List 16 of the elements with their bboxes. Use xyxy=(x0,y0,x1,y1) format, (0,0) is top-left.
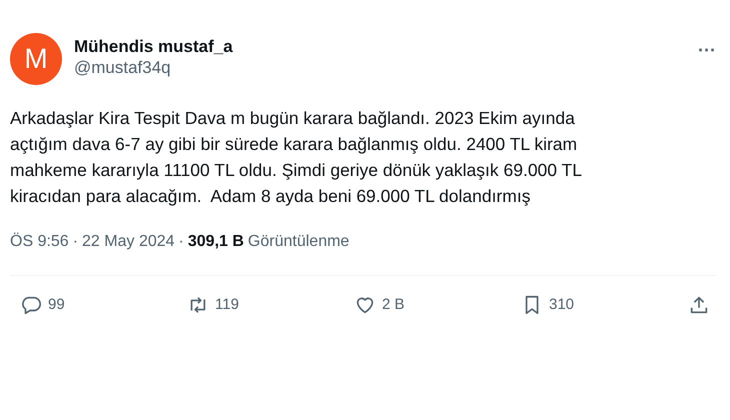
bookmark-button[interactable]: 310 xyxy=(521,294,631,316)
post-date[interactable]: 22 May 2024 xyxy=(82,230,175,254)
author-name[interactable]: Mühendis mustaf_a xyxy=(74,37,690,57)
separator-dot: · xyxy=(72,232,78,252)
more-button[interactable]: ··· xyxy=(698,41,716,59)
speech-bubble-icon xyxy=(20,294,42,316)
separator-dot: · xyxy=(178,232,184,252)
view-count: 309,1 B xyxy=(188,232,244,252)
views-label: Görüntülenme xyxy=(248,232,350,252)
post-time[interactable]: ÖS 9:56 xyxy=(10,230,69,254)
reply-button[interactable]: 99 xyxy=(20,294,130,316)
avatar[interactable]: M xyxy=(10,33,62,85)
like-button[interactable]: 2 B xyxy=(354,294,464,316)
post-text: Arkadaşlar Kira Tespit Dava m bugün karara bağlandı. 2023 Ekim ayında açtığım dava 6-7 ay gibi bir sürede karara bağlanmış oldu. 2400 TL kiram mahkeme kararıyla 11100 TL oldu. Şimdi geriye dönük yaklaşık 69.000 TL kiracıdan para alacağım. Adam 8 ayda beni 69.000 TL dolandırmış xyxy=(10,107,583,208)
author-handle[interactable]: @mustaf34q xyxy=(74,57,690,79)
repost-button[interactable]: 119 xyxy=(187,294,297,316)
